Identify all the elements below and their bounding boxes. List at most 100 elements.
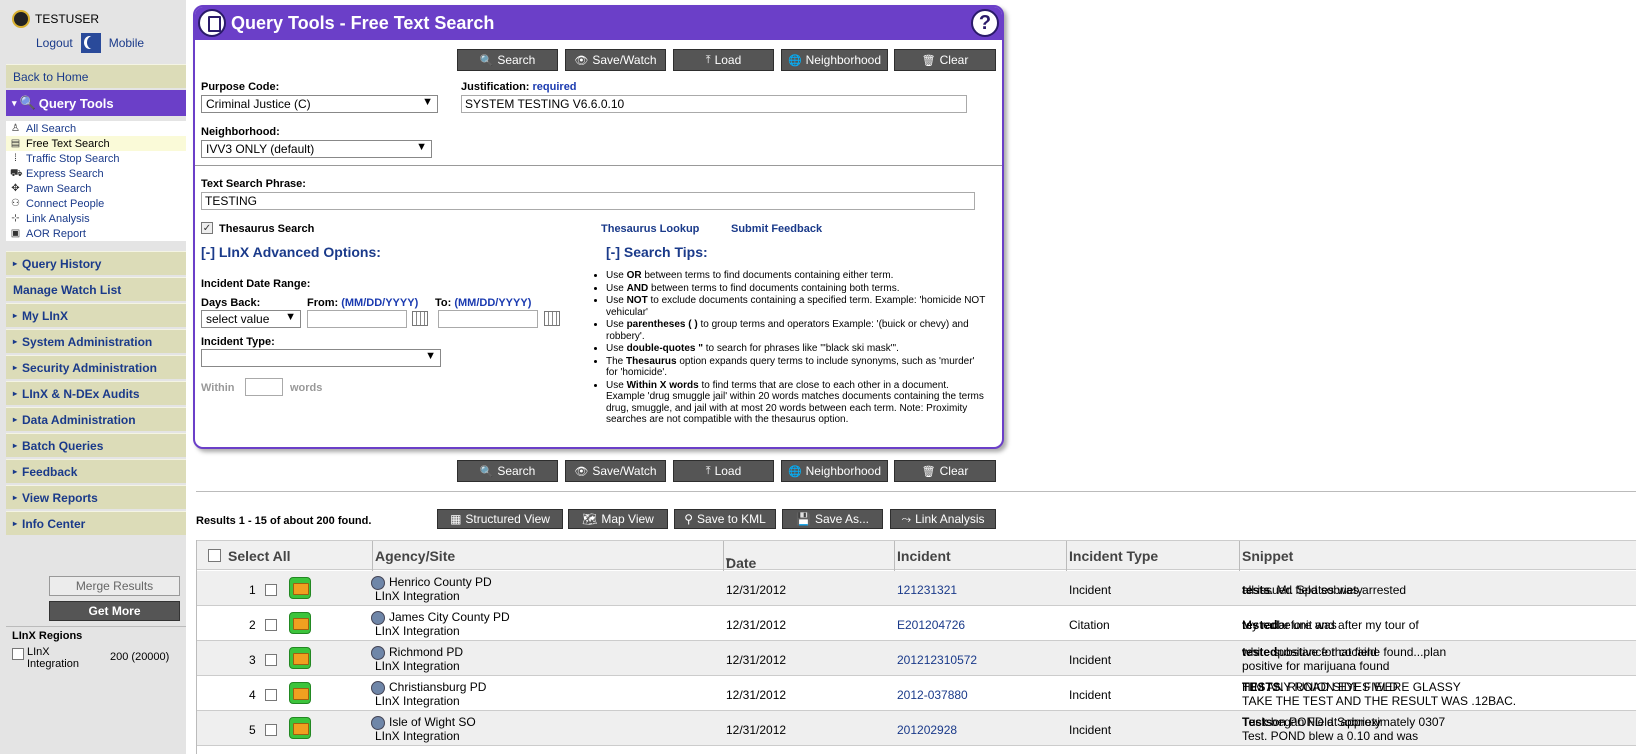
incident-type: Incident bbox=[1069, 723, 1112, 737]
sidebar-item-batch-queries[interactable]: ▸ Batch Queries bbox=[6, 433, 186, 457]
from-date-input[interactable] bbox=[307, 310, 407, 328]
sidebar-item-feedback[interactable]: ▸ Feedback bbox=[6, 459, 186, 483]
sidebar-item-query-history[interactable]: ▸ Query History bbox=[6, 251, 186, 275]
structured-view-button[interactable]: ▦ Structured View bbox=[437, 509, 563, 529]
required-tag: required bbox=[532, 81, 577, 93]
justification-input[interactable]: SYSTEM TESTING V6.6.0.10 bbox=[461, 95, 967, 113]
neighborhood-select[interactable]: IVV3 ONLY (default) ▼ bbox=[201, 140, 432, 158]
sidebar-item-watch-list[interactable]: Manage Watch List bbox=[6, 277, 186, 301]
neighborhood-button-top[interactable]: 🌐 Neighborhood bbox=[781, 49, 888, 71]
sidebar-item-query-tools[interactable]: ▾ 🔍 Query Tools bbox=[6, 90, 186, 116]
incident-type: Incident bbox=[1069, 653, 1112, 667]
thesaurus-checkbox[interactable]: ✓ bbox=[201, 222, 213, 234]
folder-icon[interactable] bbox=[289, 717, 311, 739]
search-button-top[interactable]: 🔍 Search bbox=[457, 49, 558, 71]
caret-right-icon: ▸ bbox=[13, 441, 18, 450]
select-all-checkbox[interactable] bbox=[208, 549, 221, 562]
days-back-label: Days Back: bbox=[201, 297, 261, 309]
col-snippet[interactable]: Snippet bbox=[1242, 548, 1293, 564]
save-kml-button[interactable]: ⚲ Save to KML bbox=[674, 509, 776, 529]
snippet-line: My radar unit was tested before and afte… bbox=[1242, 618, 1419, 632]
row-checkbox[interactable] bbox=[265, 654, 277, 666]
table-row[interactable]: 3 Richmond PD LInX Integration 12/31/2012 20… bbox=[197, 641, 1636, 676]
save-as-button[interactable]: 💾 Save As... bbox=[782, 509, 883, 529]
merge-results-button[interactable]: Merge Results bbox=[49, 576, 180, 596]
search-tips-title[interactable]: [-] Search Tips: bbox=[606, 244, 708, 260]
moon-icon[interactable] bbox=[80, 33, 101, 53]
folder-icon[interactable] bbox=[289, 577, 311, 599]
load-button-bottom[interactable]: ⤒ Load bbox=[673, 460, 774, 482]
advanced-options-title[interactable]: [-] LInX Advanced Options: bbox=[201, 244, 381, 260]
regions-title: LInX Regions bbox=[12, 630, 83, 642]
folder-icon[interactable] bbox=[289, 682, 311, 704]
incident-link[interactable]: E201204726 bbox=[897, 618, 965, 632]
row-checkbox[interactable] bbox=[265, 724, 277, 736]
submit-feedback-link[interactable]: Submit Feedback bbox=[731, 223, 822, 235]
calendar-icon[interactable] bbox=[412, 311, 428, 326]
incident-link[interactable]: 121231321 bbox=[897, 583, 957, 597]
table-row[interactable]: 5 Isle of Wight SO LInX Integration 12/31/2… bbox=[197, 711, 1636, 746]
purpose-select[interactable]: Criminal Justice (C) ▼ bbox=[201, 95, 438, 113]
sidebar-item-data-admin[interactable]: ▸ Data Administration bbox=[6, 407, 186, 431]
sub-item-all-search[interactable]: ♙ All Search bbox=[6, 121, 186, 136]
phrase-input[interactable]: TESTING bbox=[201, 192, 975, 210]
sub-item-traffic-stop-search[interactable]: ⁞ Traffic Stop Search bbox=[6, 151, 186, 166]
row-checkbox[interactable] bbox=[265, 584, 277, 596]
row-checkbox[interactable] bbox=[265, 619, 277, 631]
logout-link[interactable]: Logout bbox=[36, 36, 73, 50]
search-button-bottom[interactable]: 🔍 Search bbox=[457, 460, 558, 482]
sub-item-connect-people[interactable]: ⚇ Connect People bbox=[6, 196, 186, 211]
col-incident-type[interactable]: Incident Type bbox=[1069, 548, 1158, 564]
search-icon: 🔍 bbox=[19, 95, 36, 110]
table-row[interactable]: 4 Christiansburg PD LInX Integration 12/31/… bbox=[197, 676, 1636, 711]
agency-name: Henrico County PD bbox=[389, 575, 492, 589]
region-checkbox[interactable] bbox=[12, 648, 24, 660]
within-input[interactable] bbox=[245, 378, 283, 396]
clear-button-bottom[interactable]: 🗑 Clear bbox=[894, 460, 996, 482]
save-watch-button-top[interactable]: 👁 Save/Watch bbox=[565, 49, 666, 71]
tip-keyword: NOT bbox=[626, 295, 648, 306]
calendar-icon[interactable] bbox=[544, 311, 560, 326]
people-icon: ⚇ bbox=[11, 198, 20, 209]
sidebar-item-audits[interactable]: ▸ LInX & N-DEx Audits bbox=[6, 381, 186, 405]
sub-item-aor-report[interactable]: ▣ AOR Report bbox=[6, 226, 186, 241]
sub-item-express-search[interactable]: ⛟ Express Search bbox=[6, 166, 186, 181]
clear-button-top[interactable]: 🗑 Clear bbox=[894, 49, 996, 71]
row-checkbox[interactable] bbox=[265, 689, 277, 701]
caret-down-icon: ▾ bbox=[12, 97, 17, 108]
link-analysis-button[interactable]: ⤳ Link Analysis bbox=[890, 509, 996, 529]
mobile-link[interactable]: Mobile bbox=[109, 36, 144, 50]
sidebar-item-label: Data Administration bbox=[22, 412, 136, 427]
trash-icon: 🗑 bbox=[921, 54, 936, 67]
sub-item-link-analysis[interactable]: ⊹ Link Analysis bbox=[6, 211, 186, 226]
days-back-value: select value bbox=[206, 312, 270, 326]
sub-item-free-text-search[interactable]: ▤ Free Text Search bbox=[6, 136, 186, 151]
sidebar-item-view-reports[interactable]: ▸ View Reports bbox=[6, 485, 186, 509]
table-row[interactable]: 2 James City County PD LInX Integration 12/… bbox=[197, 606, 1636, 641]
sidebar-item-security-admin[interactable]: ▸ Security Administration bbox=[6, 355, 186, 379]
save-watch-button-bottom[interactable]: 👁 Save/Watch bbox=[565, 460, 666, 482]
incident-link[interactable]: 201212310572 bbox=[897, 653, 977, 667]
thesaurus-lookup-link[interactable]: Thesaurus Lookup bbox=[601, 223, 699, 235]
incident-link[interactable]: 2012-037880 bbox=[897, 688, 968, 702]
neighborhood-button-bottom[interactable]: 🌐 Neighborhood bbox=[781, 460, 888, 482]
col-incident[interactable]: Incident bbox=[897, 548, 951, 564]
back-home-link[interactable]: Back to Home bbox=[6, 64, 186, 88]
sidebar-item-info-center[interactable]: ▸ Info Center bbox=[6, 511, 186, 535]
folder-icon[interactable] bbox=[289, 647, 311, 669]
days-back-select[interactable]: select value ▼ bbox=[201, 310, 301, 328]
get-more-button[interactable]: Get More bbox=[49, 601, 180, 621]
help-icon[interactable]: ? bbox=[971, 9, 999, 37]
incident-type-select[interactable]: ▼ bbox=[201, 349, 441, 367]
col-agency[interactable]: Agency/Site bbox=[375, 548, 455, 564]
to-date-input[interactable] bbox=[438, 310, 538, 328]
sub-item-pawn-search[interactable]: ✥ Pawn Search bbox=[6, 181, 186, 196]
load-button-top[interactable]: ⤒ Load bbox=[673, 49, 774, 71]
table-row[interactable]: 1 Henrico County PD LInX Integration 12/31/… bbox=[197, 571, 1636, 606]
incident-link[interactable]: 201202928 bbox=[897, 723, 957, 737]
folder-icon[interactable] bbox=[289, 612, 311, 634]
sidebar-item-system-admin[interactable]: ▸ System Administration bbox=[6, 329, 186, 353]
network-icon: ⊹ bbox=[11, 213, 20, 224]
sidebar-item-my-linx[interactable]: ▸ My LInX bbox=[6, 303, 186, 327]
map-view-button[interactable]: 🗺 Map View bbox=[568, 509, 668, 529]
